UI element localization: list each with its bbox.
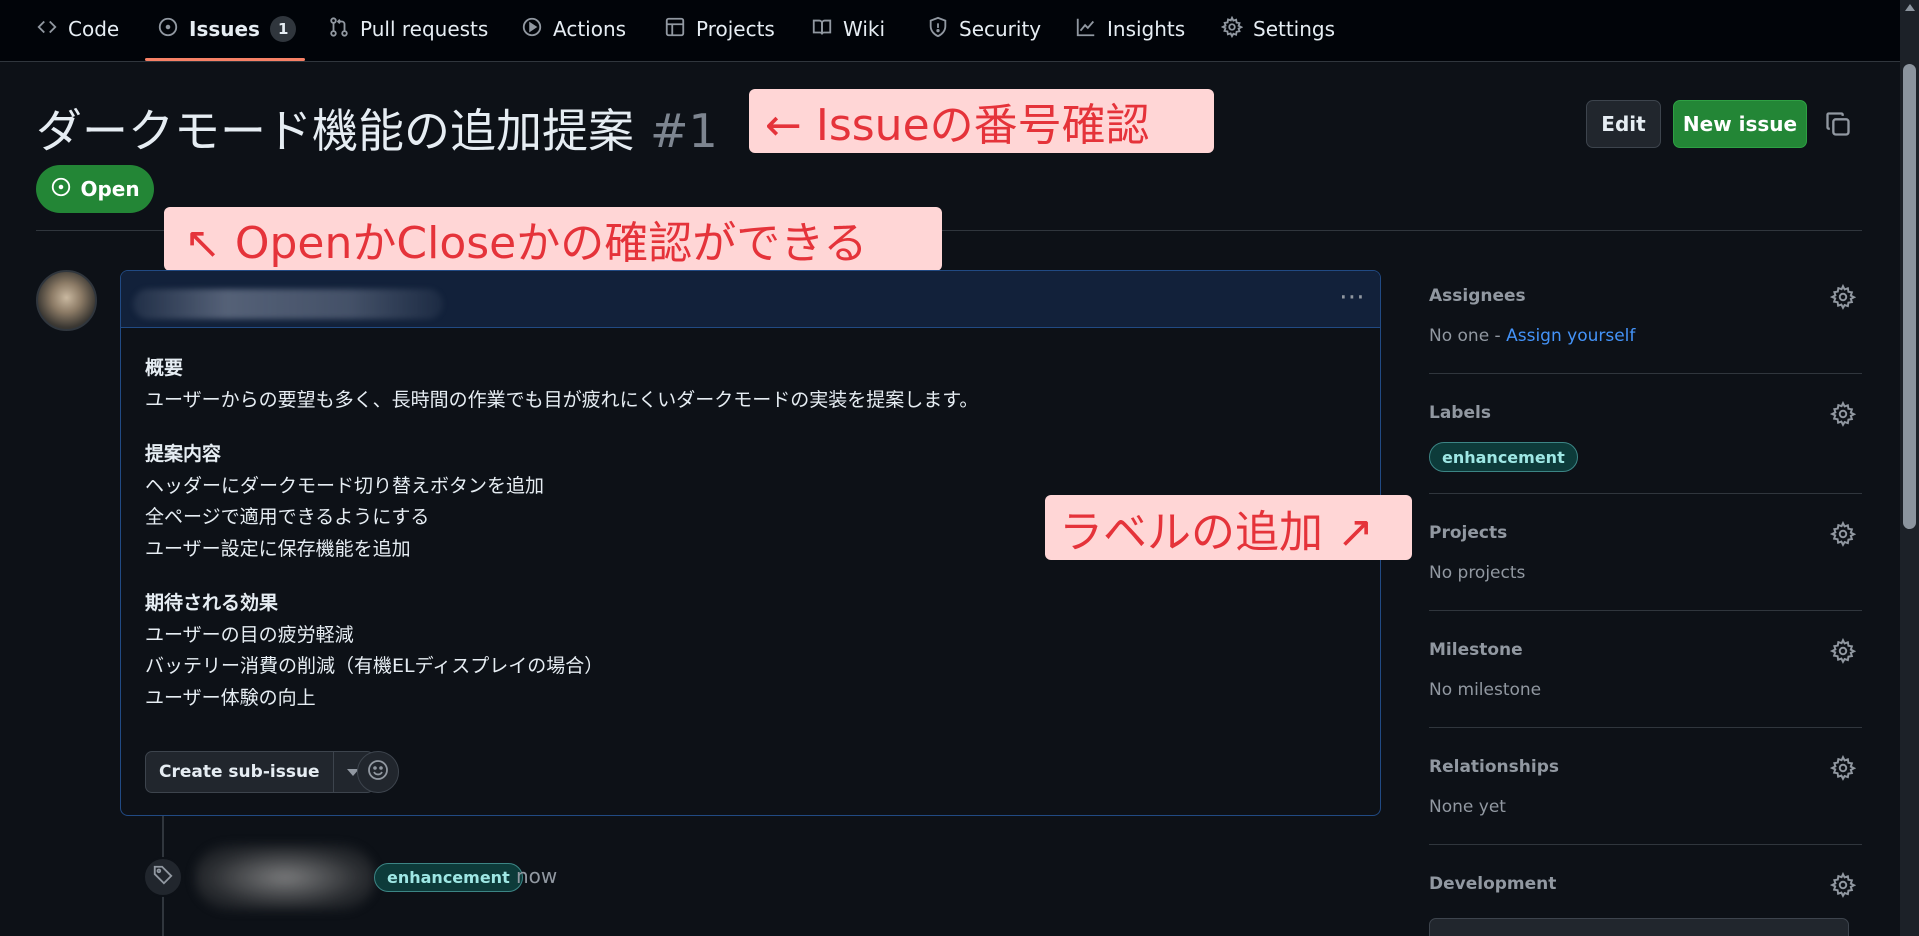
comment-heading: 概要	[145, 357, 184, 379]
tab-label: Projects	[696, 17, 775, 41]
new-issue-button[interactable]: New issue	[1673, 100, 1807, 148]
timeline-badge	[143, 857, 183, 897]
issue-state-label: Open	[80, 177, 140, 201]
tab-code[interactable]: Code	[36, 0, 119, 58]
comment-line: バッテリー消費の削減（有機ELディスプレイの場合）	[145, 655, 604, 677]
code-icon	[36, 16, 58, 43]
assign-yourself-link[interactable]: Assign yourself	[1506, 326, 1635, 346]
active-tab-underline	[145, 58, 305, 61]
shield-icon	[927, 16, 949, 43]
book-icon	[811, 16, 833, 43]
comment-header: ⋯	[121, 271, 1380, 328]
create-sub-issue-button[interactable]: Create sub-issue	[146, 752, 333, 792]
kebab-horizontal-icon[interactable]: ⋯	[1339, 284, 1366, 310]
comment-heading: 期待される効果	[145, 592, 279, 614]
tab-label: Pull requests	[360, 17, 489, 41]
sidebar-section-title: Projects	[1429, 523, 1508, 543]
issue-sidebar: Assignees No one - Assign yourself Label…	[1429, 270, 1862, 936]
tab-actions[interactable]: Actions	[521, 0, 626, 58]
annotation-issue-number: ← Issueの番号確認	[749, 89, 1214, 153]
gear-icon	[1220, 15, 1244, 43]
annotation-issue-state: ↖ OpenかCloseかの確認ができる	[164, 207, 942, 271]
assignees-value: No one - Assign yourself	[1429, 326, 1635, 346]
repo-nav: Code Issues 1 Pull requests Actions Proj…	[0, 0, 1900, 62]
tab-insights[interactable]: Insights	[1075, 0, 1185, 58]
sidebar-divider	[1429, 610, 1862, 611]
sidebar-section-title: Milestone	[1429, 640, 1523, 660]
author-avatar[interactable]	[36, 270, 97, 331]
gear-icon[interactable]	[1829, 400, 1857, 427]
gear-icon[interactable]	[1829, 871, 1857, 898]
tab-issues[interactable]: Issues 1	[157, 0, 297, 58]
copy-icon[interactable]	[1824, 110, 1852, 138]
issue-number: #1	[650, 104, 718, 158]
sidebar-divider	[1429, 373, 1862, 374]
play-icon	[521, 16, 543, 43]
tab-pull-requests[interactable]: Pull requests	[328, 0, 488, 58]
sidebar-divider	[1429, 844, 1862, 845]
tab-projects[interactable]: Projects	[664, 0, 775, 58]
issues-count-badge: 1	[269, 16, 297, 42]
annotation-add-label: ラベルの追加 ↗	[1045, 495, 1412, 560]
projects-value: No projects	[1429, 563, 1526, 583]
gear-icon[interactable]	[1829, 283, 1857, 310]
timeline-timestamp[interactable]: now	[516, 864, 557, 888]
author-name-redacted	[133, 289, 443, 319]
add-reaction-button[interactable]	[357, 751, 399, 793]
sidebar-section-title: Relationships	[1429, 757, 1559, 777]
tab-security[interactable]: Security	[927, 0, 1041, 58]
table-icon	[664, 16, 686, 43]
issue-state-badge: Open	[36, 165, 154, 213]
tab-label: Code	[68, 17, 120, 41]
scroll-up-arrow[interactable]	[1905, 4, 1915, 11]
timeline-label-pill[interactable]: enhancement	[374, 863, 523, 892]
tab-label: Security	[959, 17, 1042, 41]
tab-label: Insights	[1107, 17, 1186, 41]
page-scrollbar[interactable]	[1900, 0, 1919, 936]
event-actor-redacted	[195, 845, 375, 910]
tab-label: Issues	[189, 17, 260, 41]
git-pull-request-icon	[328, 16, 350, 43]
scroll-thumb[interactable]	[1903, 64, 1916, 529]
sidebar-section-title: Labels	[1429, 403, 1491, 423]
comment-line: ユーザーの目の疲労軽減	[145, 623, 354, 646]
gear-icon[interactable]	[1829, 637, 1857, 664]
create-branch-button[interactable]	[1429, 918, 1849, 936]
issue-title: ダークモード機能の追加提案	[36, 104, 634, 158]
tab-label: Wiki	[843, 17, 886, 41]
tab-wiki[interactable]: Wiki	[811, 0, 885, 58]
comment-heading: 提案内容	[145, 443, 222, 465]
create-sub-issue-group: Create sub-issue	[145, 751, 374, 793]
label-pill-enhancement[interactable]: enhancement	[1429, 442, 1578, 472]
sidebar-section-title: Development	[1429, 874, 1557, 894]
graph-icon	[1075, 16, 1097, 43]
sidebar-divider	[1429, 493, 1862, 494]
gear-icon[interactable]	[1829, 520, 1857, 547]
sidebar-section-title: Assignees	[1429, 286, 1526, 306]
sidebar-divider	[1429, 727, 1862, 728]
milestone-value: No milestone	[1429, 680, 1542, 700]
gear-icon[interactable]	[1829, 754, 1857, 781]
comment-line: ユーザーからの要望も多く、長時間の作業でも目が疲れにくいダークモードの実装を提案…	[145, 388, 979, 411]
tab-label: Actions	[553, 17, 627, 41]
tag-icon	[152, 864, 174, 890]
comment-line: ユーザー体験の向上	[145, 686, 316, 709]
issue-opened-icon	[157, 16, 179, 43]
tab-label: Settings	[1253, 17, 1336, 41]
tab-settings[interactable]: Settings	[1220, 0, 1336, 58]
smiley-icon	[366, 758, 390, 786]
assignees-none-text: No one -	[1429, 326, 1507, 346]
relationships-value: None yet	[1429, 797, 1506, 817]
issue-opened-icon	[50, 176, 72, 203]
edit-button[interactable]: Edit	[1586, 100, 1661, 148]
issue-title-row: ダークモード機能の追加提案 #1	[36, 95, 718, 158]
